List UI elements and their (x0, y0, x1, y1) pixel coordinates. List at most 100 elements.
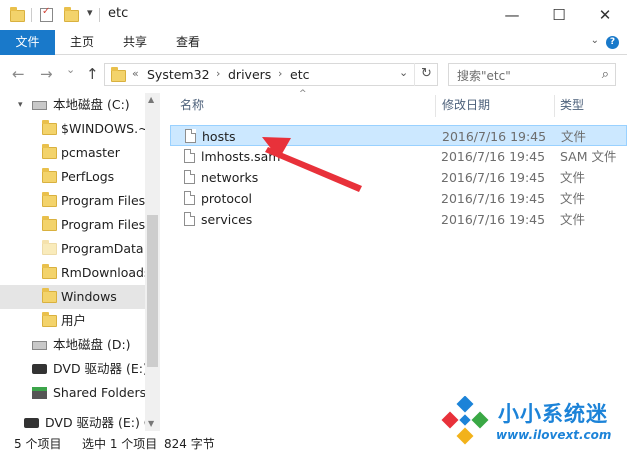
close-button[interactable]: ✕ (582, 0, 627, 30)
nav-item-users[interactable]: 用户 (0, 309, 145, 333)
folder-icon (42, 264, 57, 279)
nav-item-label: Program Files (61, 217, 145, 232)
search-input[interactable]: 搜索"etc" (457, 67, 511, 84)
column-header-type[interactable]: 类型 (560, 93, 584, 117)
file-date: 2016/7/16 19:45 (441, 191, 546, 206)
folder-icon (42, 120, 57, 135)
column-divider[interactable] (435, 95, 436, 117)
forward-arrow-icon[interactable]: → (40, 65, 53, 83)
file-row-lmhosts[interactable]: lmhosts.sam 2016/7/16 19:45 SAM 文件 (170, 146, 627, 167)
file-row-protocol[interactable]: protocol 2016/7/16 19:45 文件 (170, 188, 627, 209)
column-divider[interactable] (554, 95, 555, 117)
breadcrumb-drivers[interactable]: drivers (228, 67, 271, 82)
nav-item-dvd-e-root[interactable]: DVD 驱动器 (E:) C (0, 411, 145, 431)
file-date: 2016/7/16 19:45 (441, 170, 546, 185)
back-arrow-icon[interactable]: ← (12, 65, 25, 83)
collapse-ribbon-icon[interactable]: ⌄ (591, 35, 599, 46)
search-box[interactable]: 搜索"etc" ⌕ (448, 63, 616, 86)
file-type: 文件 (560, 170, 586, 185)
nav-item-program-files[interactable]: Program Files (0, 189, 145, 213)
scrollbar-thumb[interactable] (147, 215, 158, 367)
scroll-down-icon[interactable]: ▼ (148, 419, 154, 428)
file-type: 文件 (560, 212, 586, 227)
file-type: SAM 文件 (560, 149, 617, 164)
window-title: etc (108, 6, 129, 21)
nav-item-label: ProgramData (61, 241, 144, 256)
nav-item-windows-tilde[interactable]: $WINDOWS.~ (0, 117, 145, 141)
nav-item-label: DVD 驱动器 (E:) (53, 361, 145, 376)
folder-icon (42, 312, 57, 327)
dvd-icon (32, 364, 47, 374)
breadcrumb-overflow[interactable]: « (132, 67, 139, 80)
nav-item-label: 本地磁盘 (C:) (53, 97, 130, 112)
nav-item-label: Program Files (61, 193, 145, 208)
file-icon (184, 170, 195, 184)
status-selected-size: 824 字节 (164, 437, 215, 451)
share-icon (32, 387, 47, 399)
nav-item-dvd-e[interactable]: DVD 驱动器 (E:) (0, 357, 145, 381)
file-name: lmhosts.sam (201, 149, 281, 164)
nav-item-rmdownloads[interactable]: RmDownloads (0, 261, 145, 285)
expand-chevron-icon[interactable]: ▾ (18, 93, 23, 117)
folder-icon (42, 288, 57, 303)
breadcrumb-etc[interactable]: etc (290, 67, 309, 82)
breadcrumb-system32[interactable]: System32 (147, 67, 210, 82)
nav-item-pcmaster[interactable]: pcmaster (0, 141, 145, 165)
file-name: hosts (202, 129, 236, 144)
file-row-services[interactable]: services 2016/7/16 19:45 文件 (170, 209, 627, 230)
maximize-button[interactable]: ☐ (536, 0, 582, 30)
status-item-count: 5 个项目 (14, 437, 62, 451)
tab-file[interactable]: 文件 (0, 30, 55, 55)
file-name: services (201, 212, 253, 227)
breadcrumb-separator[interactable]: › (278, 67, 282, 80)
address-bar[interactable]: « System32 › drivers › etc ⌄ (104, 63, 438, 86)
nav-item-label: DVD 驱动器 (E:) C (45, 415, 145, 430)
tab-view[interactable]: 查看 (168, 30, 208, 55)
nav-item-label: RmDownloads (61, 265, 145, 280)
title-separator (99, 8, 100, 22)
nav-item-local-disk-d[interactable]: 本地磁盘 (D:) (0, 333, 145, 357)
nav-item-program-files-x86[interactable]: Program Files (0, 213, 145, 237)
address-dropdown-icon[interactable]: ⌄ (399, 66, 408, 79)
watermark-url: www.ilovext.com (496, 428, 612, 442)
folder-icon (42, 144, 57, 159)
file-date: 2016/7/16 19:45 (441, 212, 546, 227)
folder-icon (42, 216, 57, 231)
watermark-emblem-icon (441, 396, 489, 445)
nav-item-windows[interactable]: Windows (0, 285, 145, 309)
file-row-networks[interactable]: networks 2016/7/16 19:45 文件 (170, 167, 627, 188)
tab-share[interactable]: 共享 (115, 30, 155, 55)
up-arrow-icon[interactable]: ↑ (86, 65, 99, 83)
file-icon (184, 149, 195, 163)
title-bar: ✓ ▾ etc — ☐ ✕ (0, 0, 627, 30)
quick-access-dropdown[interactable]: ▾ (87, 6, 93, 19)
column-header-date[interactable]: 修改日期 (442, 93, 490, 117)
nav-item-perflogs[interactable]: PerfLogs (0, 165, 145, 189)
dvd-icon (24, 418, 39, 428)
file-icon (184, 191, 195, 205)
scroll-up-icon[interactable]: ▲ (148, 95, 154, 104)
search-icon[interactable]: ⌕ (602, 67, 609, 82)
recent-locations-icon[interactable]: ⌄ (66, 63, 75, 76)
folder-icon (42, 192, 57, 207)
nav-item-local-disk-c[interactable]: ▾ 本地磁盘 (C:) (0, 93, 145, 117)
nav-scrollbar[interactable]: ▲ ▼ (145, 93, 160, 431)
refresh-icon[interactable]: ↻ (414, 63, 438, 86)
status-selected-count: 选中 1 个项目 (82, 437, 158, 451)
column-header-name[interactable]: 名称 (180, 93, 204, 117)
address-row: ← → ⌄ ↑ « System32 › drivers › etc ⌄ ↻ 搜… (0, 55, 627, 93)
folder-icon (42, 168, 57, 183)
file-row-hosts[interactable]: hosts 2016/7/16 19:45 文件 (170, 125, 627, 146)
sort-ascending-icon: ^ (299, 89, 307, 99)
tab-home[interactable]: 主页 (62, 30, 102, 55)
watermark-logo: 小小系统迷 www.ilovext.com (438, 394, 627, 450)
minimize-button[interactable]: — (489, 0, 535, 30)
watermark-title: 小小系统迷 (498, 402, 608, 426)
file-list: ^ 名称 修改日期 类型 hosts 2016/7/16 19:45 文件 lm… (162, 89, 627, 431)
help-icon[interactable]: ? (606, 36, 619, 49)
file-name: networks (201, 170, 259, 185)
nav-item-shared-folders[interactable]: Shared Folders (0, 381, 145, 405)
nav-item-programdata[interactable]: ProgramData (0, 237, 145, 261)
properties-icon[interactable]: ✓ (40, 6, 53, 22)
breadcrumb-separator[interactable]: › (216, 67, 220, 80)
